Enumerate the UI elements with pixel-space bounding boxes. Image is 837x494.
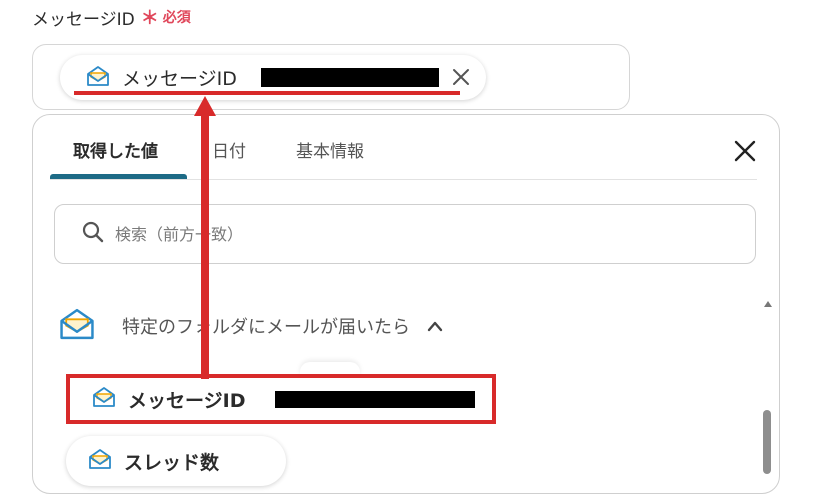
scroll-up-arrow-icon[interactable] — [763, 293, 773, 307]
mail-envelope-icon — [86, 65, 110, 91]
scrollbar-thumb[interactable] — [763, 410, 771, 474]
close-icon — [734, 140, 756, 162]
required-text: 必須 — [162, 10, 191, 26]
mail-envelope-icon — [92, 386, 116, 412]
panel-close-button[interactable] — [732, 138, 758, 164]
redacted-value — [275, 390, 476, 408]
annotation-underline — [74, 91, 460, 95]
chevron-up-icon[interactable] — [426, 317, 444, 336]
value-item-thread-count[interactable]: スレッド数 — [66, 436, 286, 486]
tab-acquired-values[interactable]: 取得した値 — [73, 137, 158, 162]
section-title: 特定のフォルダにメールが届いたら — [122, 317, 410, 338]
mail-envelope-icon — [58, 307, 96, 345]
annotation-arrow — [194, 96, 216, 379]
item-label: スレッド数 — [124, 451, 220, 474]
close-icon — [453, 69, 469, 85]
field-label: メッセージID ＊ 必須 — [32, 4, 191, 30]
tab-basic-info[interactable]: 基本情報 — [296, 137, 364, 162]
search-box[interactable] — [54, 204, 756, 264]
search-icon — [81, 220, 105, 248]
redacted-value — [260, 68, 439, 87]
chip-label: メッセージID — [122, 68, 237, 90]
tab-divider — [50, 179, 757, 180]
field-label-text: メッセージID — [32, 9, 135, 30]
trigger-section-header[interactable]: 特定のフォルダにメールが届いたら — [58, 306, 444, 346]
value-item-message-id[interactable]: メッセージID — [66, 374, 496, 424]
required-asterisk: ＊ — [140, 8, 159, 29]
chip-remove-button[interactable] — [448, 64, 474, 90]
item-label: メッセージID — [128, 389, 246, 412]
mail-envelope-icon — [88, 448, 112, 474]
